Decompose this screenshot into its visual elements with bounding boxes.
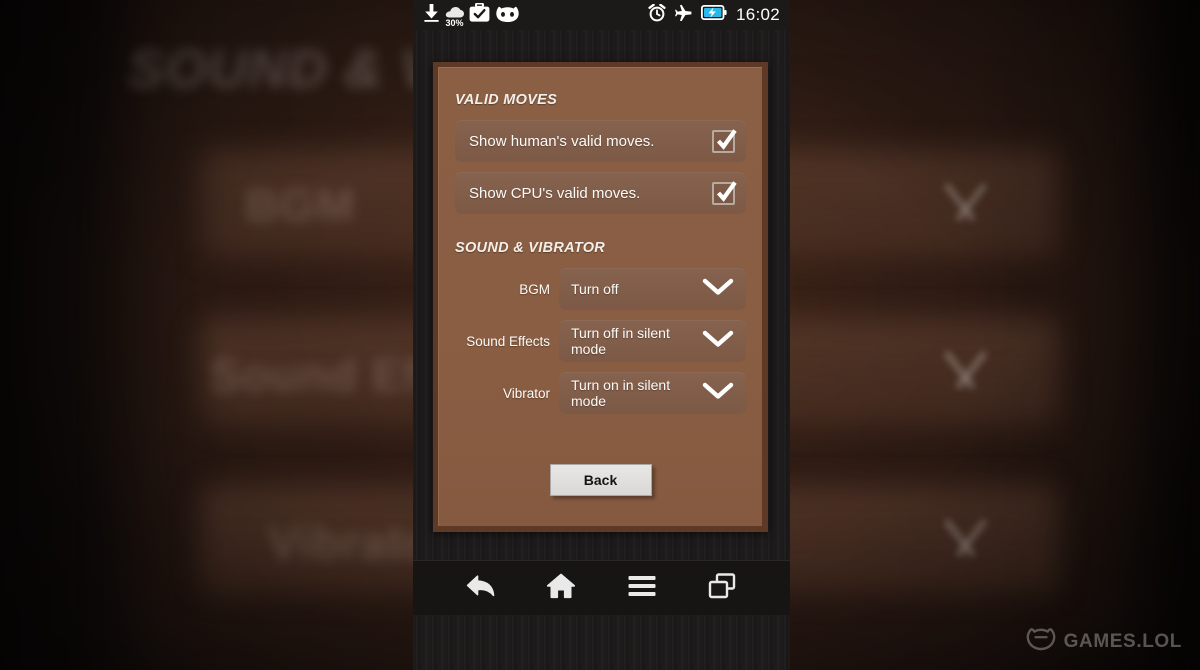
chevron-down-icon xyxy=(702,330,734,353)
dropdown-vibrator[interactable]: Turn on in silent mode xyxy=(559,372,746,414)
menu-nav-button[interactable] xyxy=(618,568,666,608)
back-button[interactable]: Back xyxy=(549,464,652,496)
hamburger-menu-icon xyxy=(628,575,656,602)
setting-label-vibrator: Vibrator xyxy=(502,385,550,401)
recents-nav-button[interactable] xyxy=(698,568,746,608)
screenshot-root: SOUND & VIBRATOR BGM Sound Effects Vibra… xyxy=(0,0,1200,670)
back-arrow-icon xyxy=(466,573,496,604)
chevron-down-icon xyxy=(702,278,734,301)
device-viewport: 30% 16:02 VALID MOVES Show human's valid… xyxy=(413,0,790,670)
background-chevron-down-icon-2 xyxy=(942,352,1004,398)
games-lol-logo-icon xyxy=(1026,627,1056,656)
dropdown-bgm[interactable]: Turn off xyxy=(559,268,746,310)
setting-row-bgm: BGM Turn off xyxy=(455,268,746,310)
setting-label-show-human-valid-moves: Show human's valid moves. xyxy=(469,132,655,150)
section-title-valid-moves: VALID MOVES xyxy=(455,92,558,108)
dropdown-value-vibrator: Turn on in silent mode xyxy=(571,377,671,409)
airplane-mode-icon xyxy=(674,4,692,26)
back-nav-button[interactable] xyxy=(457,568,505,608)
settings-panel-inner: VALID MOVES Show human's valid moves. Sh… xyxy=(438,67,762,526)
status-bar-clock: 16:02 xyxy=(735,5,780,24)
home-icon xyxy=(547,573,576,604)
chevron-down-icon xyxy=(702,382,734,405)
recent-apps-icon xyxy=(708,572,736,604)
games-lol-watermark-label: GAMES.LOL xyxy=(1063,630,1182,652)
screen-content: VALID MOVES Show human's valid moves. Sh… xyxy=(413,30,790,615)
background-chevron-down-icon-3 xyxy=(942,520,1004,566)
status-bar: 30% 16:02 xyxy=(413,0,790,30)
back-button-container: Back xyxy=(439,464,762,496)
setting-label-show-cpu-valid-moves: Show CPU's valid moves. xyxy=(469,184,641,202)
setting-row-vibrator: Vibrator Turn on in silent mode xyxy=(455,372,746,414)
navigation-bar xyxy=(413,560,790,615)
check-icon xyxy=(716,180,737,202)
dropdown-value-sound-effects: Turn off in silent mode xyxy=(571,325,670,357)
dropdown-sound-effects[interactable]: Turn off in silent mode xyxy=(559,320,746,362)
section-title-sound-vibrator: SOUND & VIBRATOR xyxy=(455,240,606,256)
status-bar-left-icons: 30% xyxy=(423,2,520,28)
status-bar-right-icons: 16:02 xyxy=(648,3,780,27)
setting-label-sound-effects: Sound Effects xyxy=(466,333,550,349)
download-icon xyxy=(423,3,440,28)
battery-charging-icon xyxy=(700,4,727,25)
setting-row-sound-effects: Sound Effects Turn off in silent mode xyxy=(455,320,746,362)
settings-panel: VALID MOVES Show human's valid moves. Sh… xyxy=(433,62,768,532)
setting-row-show-cpu-valid-moves[interactable]: Show CPU's valid moves. xyxy=(455,172,746,214)
background-chevron-down-icon-1 xyxy=(942,184,1004,230)
setting-label-bgm: BGM xyxy=(519,281,550,297)
android-face-icon xyxy=(495,6,520,27)
home-nav-button[interactable] xyxy=(537,568,585,608)
check-icon xyxy=(716,128,737,150)
setting-row-show-human-valid-moves[interactable]: Show human's valid moves. xyxy=(455,120,746,162)
games-lol-watermark: GAMES.LOL xyxy=(1026,627,1182,656)
checkbox-show-cpu-valid-moves[interactable] xyxy=(712,180,737,205)
alarm-icon xyxy=(648,3,666,27)
briefcase-check-icon xyxy=(469,2,490,27)
checkbox-show-human-valid-moves[interactable] xyxy=(712,128,737,153)
battery-percent-label: 30% xyxy=(445,17,464,28)
dropdown-value-bgm: Turn off xyxy=(571,281,619,297)
cloud-icon: 30% xyxy=(445,6,464,28)
